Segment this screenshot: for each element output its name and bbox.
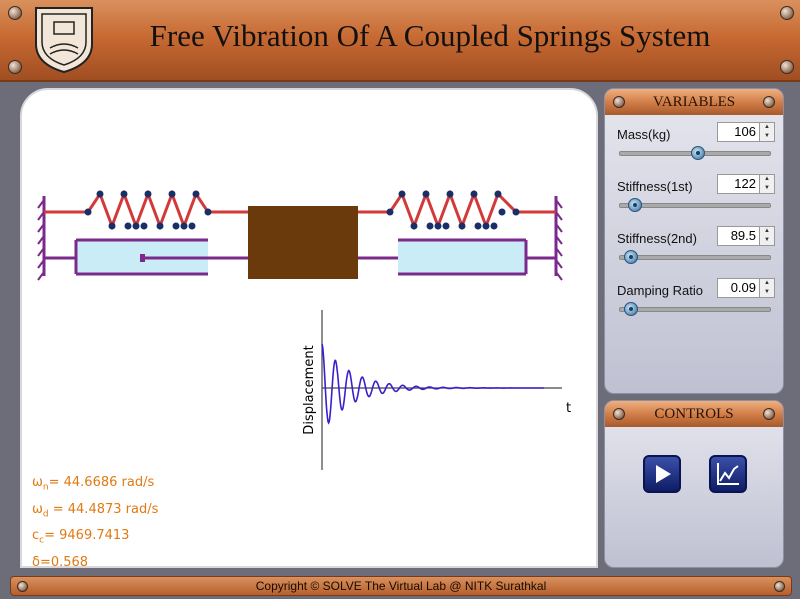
left-wall [37, 196, 46, 281]
play-icon [656, 465, 671, 483]
mass-slider[interactable] [619, 146, 771, 160]
rivet [17, 581, 28, 592]
variable-stiffness-1st: Stiffness(1st) 122 ▲ ▼ [617, 173, 775, 219]
stiffness-1st-step-arrows[interactable]: ▲ ▼ [760, 174, 775, 194]
play-button[interactable] [643, 455, 681, 493]
result-readouts: ωn= 44.6686 rad/s ωd = 44.4873 rad/s cc=… [32, 472, 159, 568]
stiffness-2nd-label: Stiffness(2nd) [617, 231, 697, 246]
simulation-stage: Displacement t ωn= 44.6686 rad/s ωd = 44… [20, 88, 598, 568]
stiffness-1st-slider[interactable] [619, 198, 771, 212]
displacement-curve [321, 343, 544, 425]
show-graph-button[interactable] [709, 455, 747, 493]
page-title: Free Vibration Of A Coupled Springs Syst… [149, 18, 711, 53]
readout-critical-damping: cc= 9469.7413 [32, 528, 130, 546]
variables-panel: VARIABLES Mass(kg) 106 ▲ ▼ Stiffness(1st) 122… [604, 88, 784, 394]
mass-label: Mass(kg) [617, 127, 671, 142]
damping-ratio-label: Damping Ratio [617, 283, 703, 298]
mass-slider-thumb[interactable] [691, 146, 705, 160]
stiffness-2nd-value[interactable]: 89.5 [717, 226, 760, 246]
step-down-icon[interactable]: ▼ [760, 288, 774, 297]
step-up-icon[interactable]: ▲ [760, 279, 774, 288]
institute-logo [35, 7, 93, 74]
damping-ratio-stepper[interactable]: 0.09 ▲ ▼ [717, 278, 775, 298]
footer-bar: Copyright © SOLVE The Virtual Lab @ NITK… [10, 576, 792, 596]
plot-xlabel: t [566, 401, 571, 416]
rivet [8, 60, 22, 74]
mass-block [248, 206, 358, 279]
mass-step-arrows[interactable]: ▲ ▼ [760, 122, 775, 142]
left-spring [44, 189, 248, 231]
step-up-icon[interactable]: ▲ [760, 175, 774, 184]
rivet [763, 96, 775, 108]
variables-heading: VARIABLES [605, 89, 783, 115]
stiffness-2nd-slider-thumb[interactable] [623, 250, 638, 264]
step-down-icon[interactable]: ▼ [760, 132, 774, 141]
variable-damping-ratio: Damping Ratio 0.09 ▲ ▼ [617, 277, 775, 323]
footer-copyright: Copyright © SOLVE The Virtual Lab @ NITK… [255, 579, 547, 593]
stiffness-2nd-step-arrows[interactable]: ▲ ▼ [760, 226, 775, 246]
graph-icon [717, 463, 739, 485]
damping-ratio-slider-thumb[interactable] [623, 302, 638, 316]
variable-mass: Mass(kg) 106 ▲ ▼ [617, 121, 775, 167]
mass-value[interactable]: 106 [717, 122, 760, 142]
step-up-icon[interactable]: ▲ [760, 123, 774, 132]
mass-stepper[interactable]: 106 ▲ ▼ [717, 122, 775, 142]
stiffness-2nd-stepper[interactable]: 89.5 ▲ ▼ [717, 226, 775, 246]
readout-omega-d: ωd = 44.4873 rad/s [32, 501, 159, 520]
controls-panel: CONTROLS [604, 400, 784, 568]
damping-ratio-step-arrows[interactable]: ▲ ▼ [760, 278, 775, 298]
step-down-icon[interactable]: ▼ [760, 184, 774, 193]
stiffness-1st-stepper[interactable]: 122 ▲ ▼ [717, 174, 775, 194]
readout-log-decrement: δ=0.568 [32, 554, 89, 568]
right-spring [358, 189, 556, 231]
rivet [780, 6, 794, 20]
stiffness-1st-value[interactable]: 122 [717, 174, 760, 194]
right-dashpot [358, 238, 556, 276]
stiffness-1st-slider-thumb[interactable] [628, 198, 642, 212]
rivet [613, 408, 625, 420]
rivet [774, 581, 785, 592]
rivet [780, 60, 794, 74]
left-dashpot [44, 238, 248, 276]
variable-stiffness-2nd: Stiffness(2nd) 89.5 ▲ ▼ [617, 225, 775, 271]
readout-omega-n: ωn= 44.6686 rad/s [32, 475, 155, 493]
header-bar: Free Vibration Of A Coupled Springs Syst… [0, 0, 800, 82]
stiffness-2nd-slider[interactable] [619, 250, 771, 264]
stiffness-1st-label: Stiffness(1st) [617, 179, 693, 194]
controls-heading: CONTROLS [605, 401, 783, 427]
rivet [8, 6, 22, 20]
damping-ratio-value[interactable]: 0.09 [717, 278, 760, 298]
step-down-icon[interactable]: ▼ [760, 236, 774, 245]
step-up-icon[interactable]: ▲ [760, 227, 774, 236]
right-wall [554, 196, 563, 281]
damping-ratio-slider[interactable] [619, 302, 771, 316]
rivet [613, 96, 625, 108]
rivet [763, 408, 775, 420]
plot-ylabel: Displacement [302, 345, 317, 434]
displacement-plot: Displacement t [302, 310, 571, 470]
